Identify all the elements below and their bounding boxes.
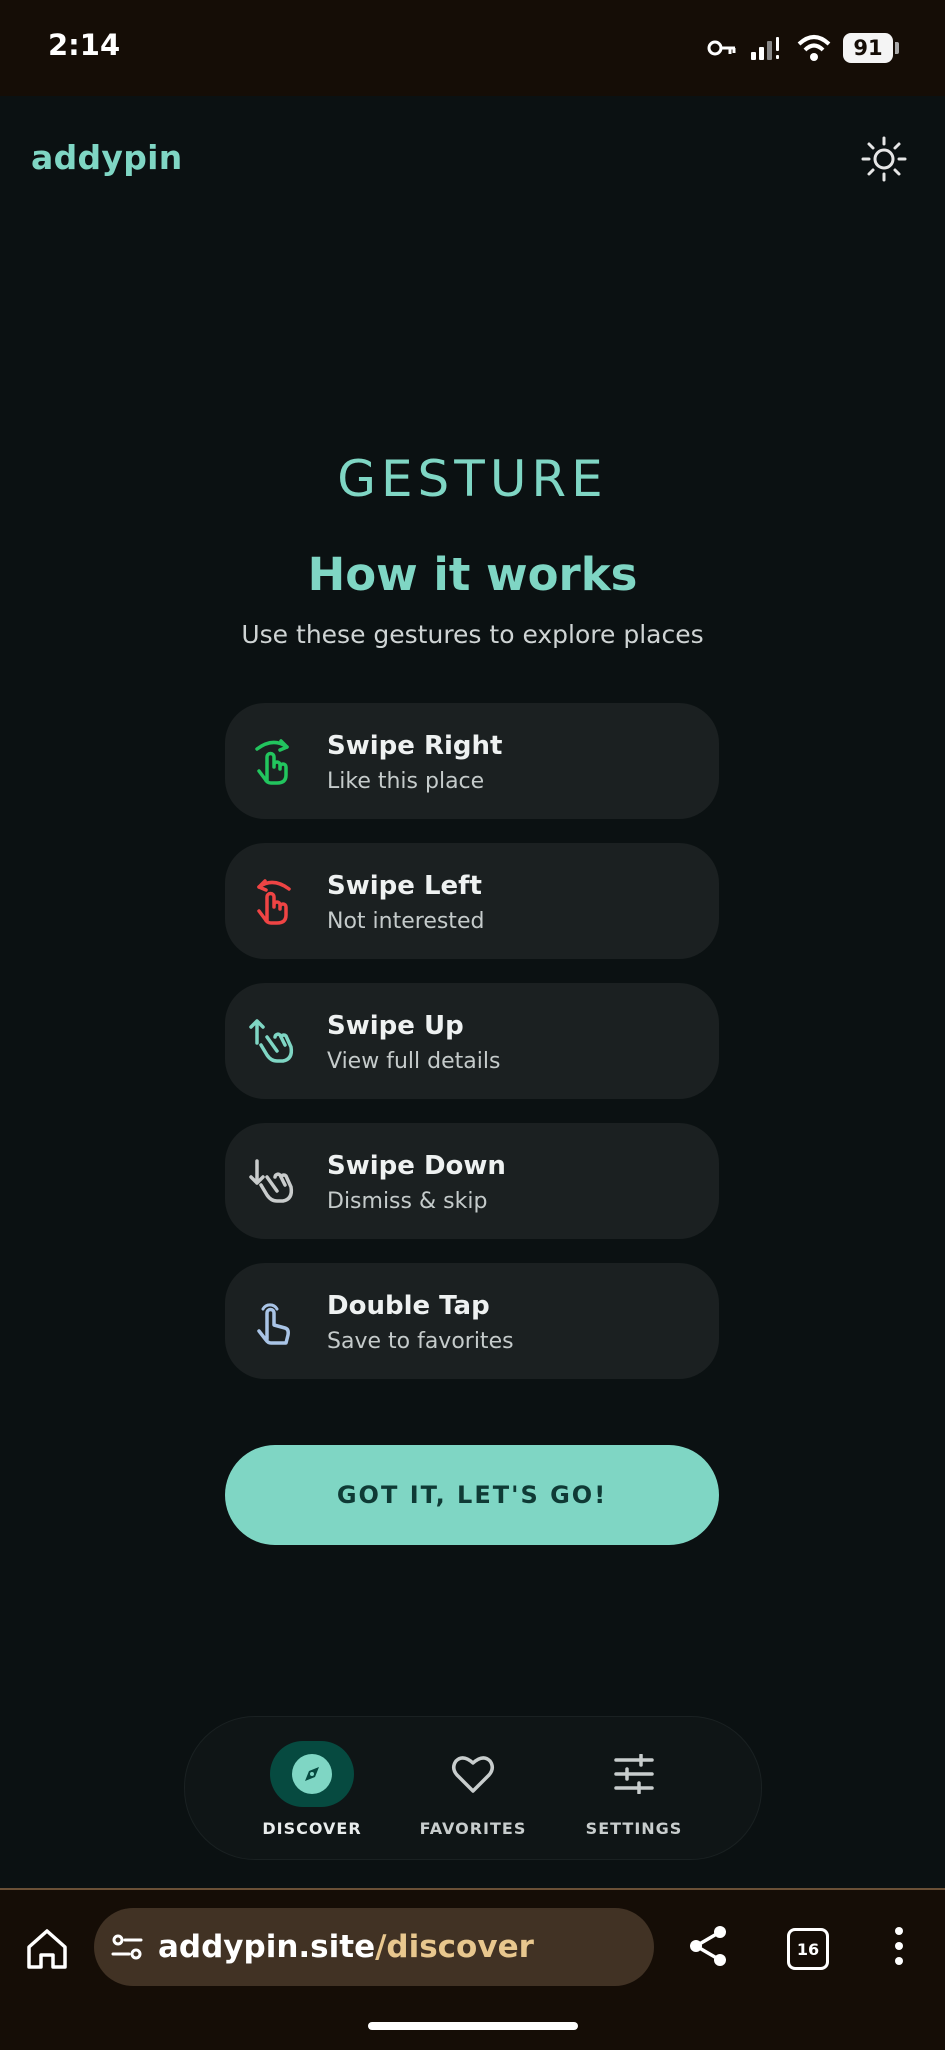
swipe-left-icon xyxy=(257,879,291,925)
nav-icon-active-pill xyxy=(270,1741,354,1807)
tab-switcher-button[interactable]: 16 xyxy=(787,1928,829,1970)
home-icon[interactable] xyxy=(24,1926,70,1972)
sun-icon[interactable] xyxy=(859,134,909,184)
nav-icon-wrap xyxy=(592,1741,676,1807)
app-header: addypin xyxy=(0,96,945,226)
gesture-list: Swipe Right Like this place Swipe Left N… xyxy=(225,703,719,1403)
url-host: addypin.site xyxy=(158,1929,376,1965)
gesture-card-swipe-right: Swipe Right Like this place xyxy=(225,703,719,819)
nav-label: SETTINGS xyxy=(585,1819,683,1838)
gesture-desc: Not interested xyxy=(327,909,485,934)
got-it-button[interactable]: GOT IT, LET'S GO! xyxy=(225,1445,719,1545)
page-subtitle: Use these gestures to explore places xyxy=(241,620,704,649)
swipe-up-icon xyxy=(249,1019,294,1063)
signal-icon xyxy=(751,37,779,60)
address-bar[interactable]: addypin.site/discover xyxy=(94,1908,654,1986)
swipe-down-icon xyxy=(249,1159,294,1203)
status-icons: 91 xyxy=(707,30,899,66)
brand-wordmark: GESTURE xyxy=(337,450,608,508)
gesture-title: Swipe Down xyxy=(327,1151,506,1181)
gesture-title: Swipe Left xyxy=(327,871,482,901)
status-bar: 2:14 91 xyxy=(0,0,945,96)
battery-level: 91 xyxy=(853,36,883,60)
url-text[interactable]: addypin.site/discover xyxy=(158,1929,534,1965)
gesture-title: Swipe Up xyxy=(327,1011,464,1041)
gesture-card-swipe-up: Swipe Up View full details xyxy=(225,983,719,1099)
page-title: How it works xyxy=(307,548,638,601)
site-settings-icon[interactable] xyxy=(110,1930,144,1964)
wifi-icon xyxy=(797,35,831,61)
key-icon xyxy=(707,40,736,56)
nav-item-settings[interactable]: SETTINGS xyxy=(569,1741,699,1838)
gesture-title: Swipe Right xyxy=(327,731,503,761)
nav-item-discover[interactable]: DISCOVER xyxy=(247,1741,377,1838)
bottom-nav: DISCOVER FAVORITES SETTINGS xyxy=(184,1716,762,1860)
compass-icon xyxy=(292,1754,332,1794)
gesture-card-swipe-left: Swipe Left Not interested xyxy=(225,843,719,959)
tab-count: 16 xyxy=(796,1939,820,1959)
gesture-desc: Save to favorites xyxy=(327,1329,514,1354)
sliders-icon xyxy=(614,1754,654,1794)
heart-icon xyxy=(452,1756,494,1793)
gesture-card-swipe-down: Swipe Down Dismiss & skip xyxy=(225,1123,719,1239)
gesture-desc: Like this place xyxy=(327,769,485,794)
browser-toolbar: addypin.site/discover 16 xyxy=(0,1888,945,2050)
swipe-right-icon xyxy=(255,739,289,785)
battery-icon: 91 xyxy=(843,33,899,63)
gesture-title: Double Tap xyxy=(327,1291,490,1321)
gesture-desc: View full details xyxy=(327,1049,501,1074)
double-tap-icon xyxy=(257,1303,290,1345)
share-icon[interactable] xyxy=(686,1924,730,1968)
gesture-desc: Dismiss & skip xyxy=(327,1189,488,1214)
app-logo[interactable]: addypin xyxy=(31,138,183,177)
nav-label: DISCOVER xyxy=(262,1819,362,1838)
system-gesture-handle[interactable] xyxy=(368,2022,578,2030)
gesture-card-double-tap: Double Tap Save to favorites xyxy=(225,1263,719,1379)
more-menu-icon[interactable] xyxy=(884,1924,914,1968)
status-time: 2:14 xyxy=(48,28,121,62)
nav-item-favorites[interactable]: FAVORITES xyxy=(408,1741,538,1838)
nav-icon-wrap xyxy=(431,1741,515,1807)
nav-label: FAVORITES xyxy=(419,1819,527,1838)
url-path: /discover xyxy=(375,1929,534,1965)
